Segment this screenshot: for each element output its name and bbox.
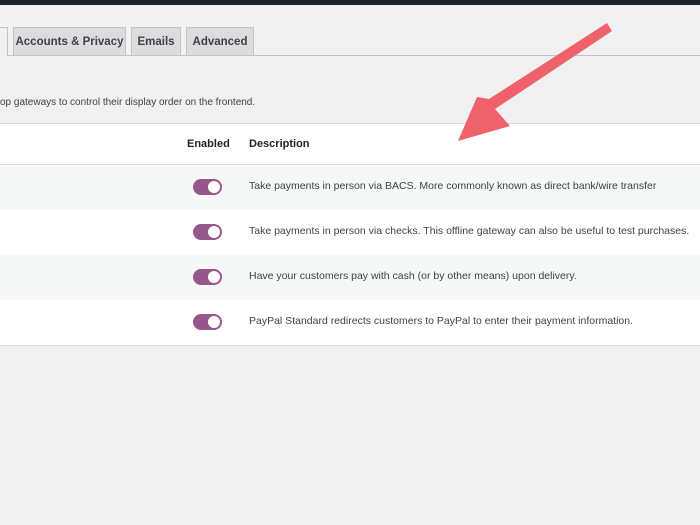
- gateway-description: Take payments in person via checks. This…: [249, 225, 690, 237]
- tab-advanced[interactable]: Advanced: [186, 27, 254, 55]
- toggle-knob: [208, 181, 220, 193]
- enabled-toggle[interactable]: [193, 269, 222, 285]
- tab-label: Advanced: [192, 36, 248, 48]
- toggle-knob: [208, 316, 220, 328]
- gateway-description: Have your customers pay with cash (or by…: [249, 270, 577, 282]
- gateways-intro-text: op gateways to control their display ord…: [0, 97, 256, 108]
- settings-tabs: Accounts & Privacy Emails Advanced: [0, 27, 700, 56]
- table-row: PayPal Standard redirects customers to P…: [0, 300, 700, 345]
- tab-label: Emails: [137, 36, 175, 48]
- gateway-description: Take payments in person via BACS. More c…: [249, 180, 657, 192]
- payment-gateways-table: Enabled Description Take payments in per…: [0, 123, 700, 346]
- tab-accounts-privacy[interactable]: Accounts & Privacy: [13, 27, 126, 55]
- enabled-column-header: Enabled: [187, 138, 230, 150]
- tab-payments[interactable]: [0, 27, 8, 56]
- toggle-knob: [208, 226, 220, 238]
- toggle-knob: [208, 271, 220, 283]
- enabled-toggle[interactable]: [193, 224, 222, 240]
- enabled-toggle[interactable]: [193, 179, 222, 195]
- gateway-description: PayPal Standard redirects customers to P…: [249, 315, 634, 327]
- enabled-toggle[interactable]: [193, 314, 222, 330]
- table-row: Take payments in person via checks. This…: [0, 210, 700, 255]
- description-column-header: Description: [249, 138, 310, 150]
- table-row: Take payments in person via BACS. More c…: [0, 165, 700, 210]
- tab-emails[interactable]: Emails: [131, 27, 181, 55]
- tab-label: Accounts & Privacy: [15, 36, 124, 48]
- table-header: Enabled Description: [0, 124, 700, 165]
- table-row: Have your customers pay with cash (or by…: [0, 255, 700, 300]
- admin-bar: [0, 0, 700, 5]
